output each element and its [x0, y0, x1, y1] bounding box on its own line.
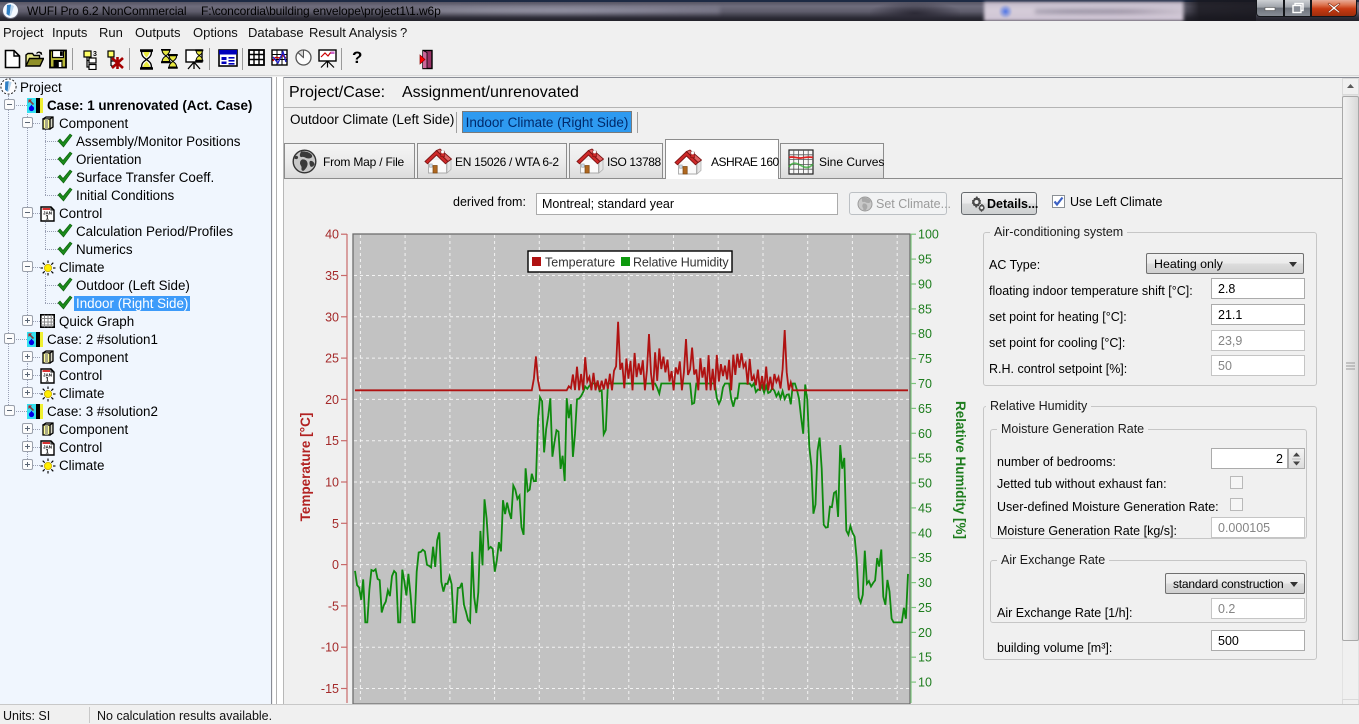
- svg-text:100: 100: [918, 228, 939, 242]
- svg-text:Temperature: Temperature: [545, 256, 615, 270]
- svg-text:-10: -10: [321, 641, 339, 655]
- svg-text:60: 60: [918, 427, 932, 441]
- svg-text:10: 10: [918, 676, 932, 690]
- svg-text:40: 40: [918, 526, 932, 540]
- svg-text:0: 0: [332, 558, 339, 572]
- svg-text:15: 15: [325, 434, 339, 448]
- svg-text:30: 30: [325, 310, 339, 324]
- svg-text:50: 50: [918, 477, 932, 491]
- svg-text:20: 20: [918, 626, 932, 640]
- svg-text:-5: -5: [328, 599, 339, 613]
- svg-text:40: 40: [325, 228, 339, 242]
- svg-text:65: 65: [918, 402, 932, 416]
- svg-text:35: 35: [918, 551, 932, 565]
- svg-text:25: 25: [325, 352, 339, 366]
- svg-text:Relative Humidity: Relative Humidity: [633, 256, 729, 270]
- svg-text:85: 85: [918, 302, 932, 316]
- svg-text:15: 15: [918, 651, 932, 665]
- svg-text:75: 75: [918, 352, 932, 366]
- svg-text:30: 30: [918, 576, 932, 590]
- svg-text:20: 20: [325, 393, 339, 407]
- svg-text:90: 90: [918, 278, 932, 292]
- svg-text:Temperature [°C]: Temperature [°C]: [298, 413, 313, 522]
- svg-text:10: 10: [325, 476, 339, 490]
- svg-text:55: 55: [918, 452, 932, 466]
- svg-text:5: 5: [332, 517, 339, 531]
- svg-text:45: 45: [918, 501, 932, 515]
- svg-text:3: 3: [93, 51, 97, 58]
- svg-text:35: 35: [325, 269, 339, 283]
- svg-text:95: 95: [918, 253, 932, 267]
- svg-text:70: 70: [918, 377, 932, 391]
- svg-text:Relative Humidity [%]: Relative Humidity [%]: [953, 401, 968, 539]
- svg-text:25: 25: [918, 601, 932, 615]
- svg-text:-15: -15: [321, 682, 339, 696]
- svg-text:80: 80: [918, 327, 932, 341]
